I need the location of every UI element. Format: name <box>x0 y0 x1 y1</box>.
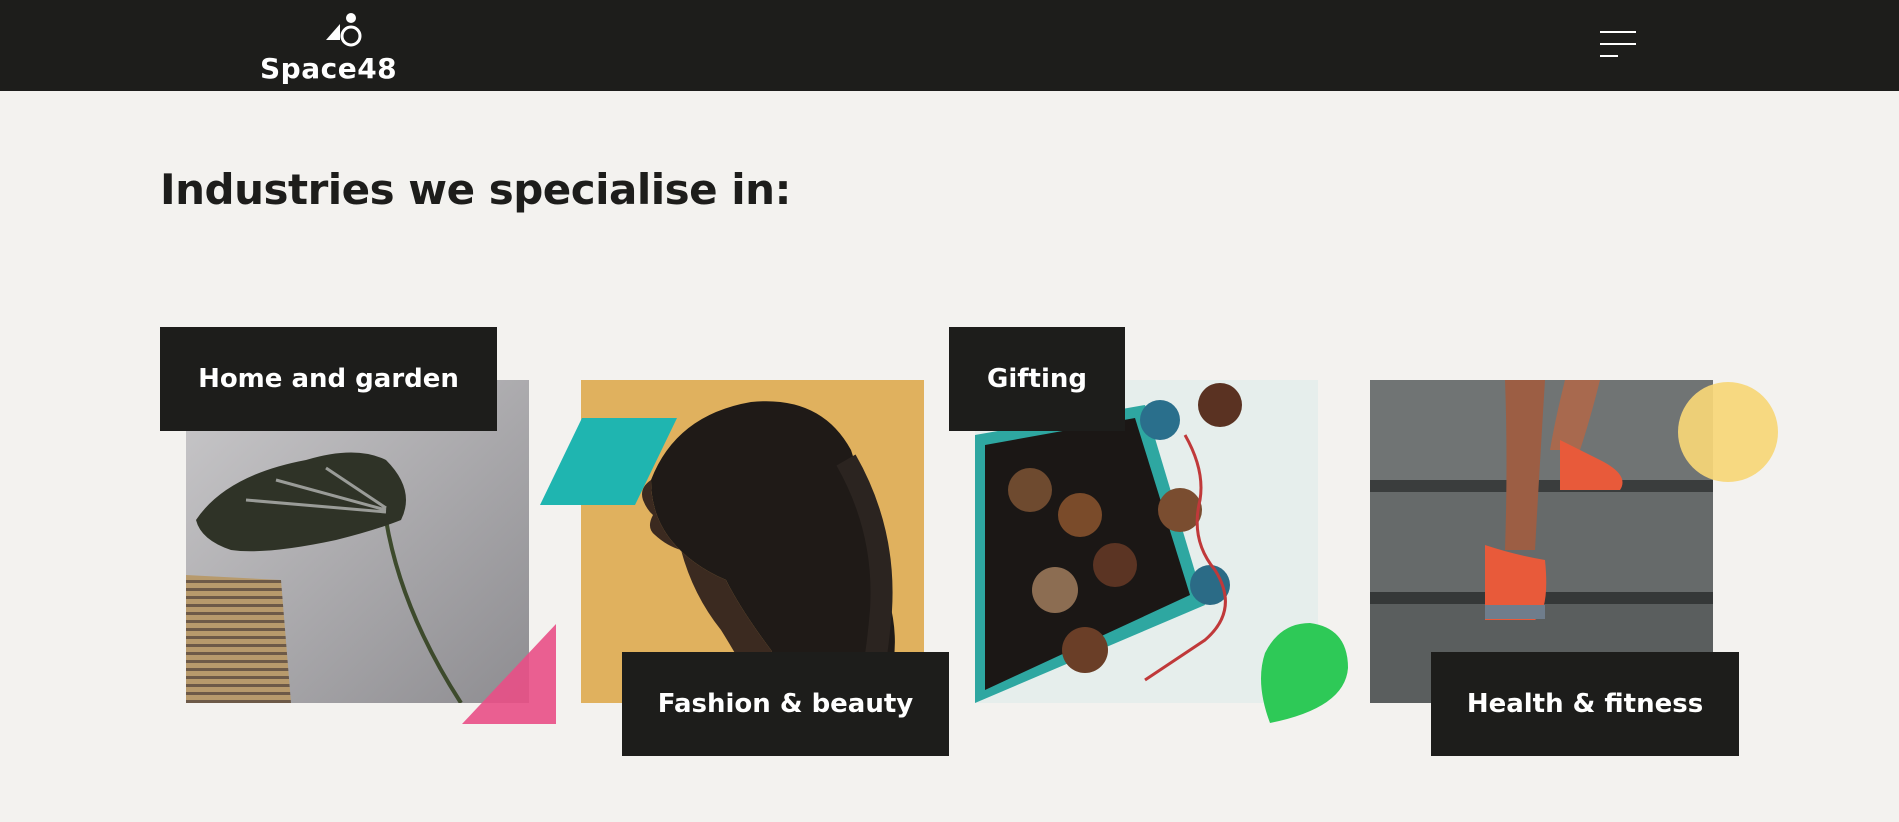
site-logo[interactable]: Space48 <box>260 8 420 85</box>
label-health-fitness[interactable]: Health & fitness <box>1431 652 1739 756</box>
yellow-circle-decoration <box>1678 382 1778 482</box>
green-leaf-decoration <box>1261 623 1348 723</box>
hamburger-menu-icon <box>1600 31 1636 57</box>
section-heading: Industries we specialise in: <box>160 165 791 214</box>
pink-triangle-decoration <box>462 624 556 724</box>
logo-text: Space48 <box>260 52 398 85</box>
teal-parallelogram-decoration <box>540 418 677 505</box>
triangle-circle-logo-icon <box>326 13 362 47</box>
site-header: Space48 <box>0 0 1899 91</box>
label-gifting[interactable]: Gifting <box>949 327 1125 431</box>
menu-button[interactable] <box>1596 28 1640 62</box>
label-fashion-beauty[interactable]: Fashion & beauty <box>622 652 949 756</box>
label-home-garden[interactable]: Home and garden <box>160 327 497 431</box>
